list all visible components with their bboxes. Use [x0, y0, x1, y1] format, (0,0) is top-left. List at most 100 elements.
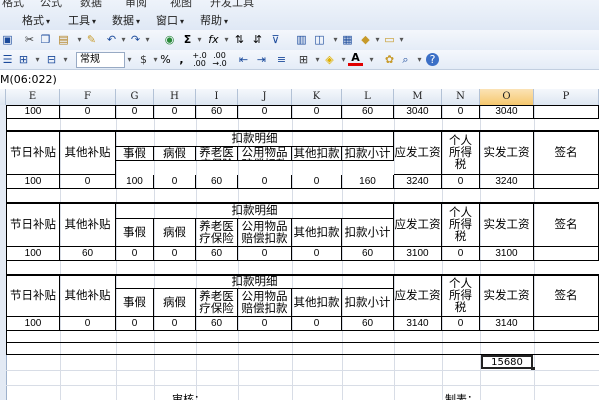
- header-signature[interactable]: 签名: [534, 275, 599, 317]
- chevron-down-icon[interactable]: ▾: [140, 32, 155, 47]
- header-actual-wage[interactable]: 实发工资: [480, 131, 534, 175]
- header-actual-wage[interactable]: 实发工资: [480, 275, 534, 317]
- cell-holiday-subsidy[interactable]: 100: [6, 247, 60, 261]
- cell-wage-payable[interactable]: 3240: [394, 175, 442, 189]
- column-header-M[interactable]: M: [394, 89, 442, 105]
- cell-public-goods[interactable]: 0: [238, 175, 292, 189]
- cell-other-deduction[interactable]: 0: [292, 175, 342, 189]
- header-personal-leave[interactable]: 事假: [116, 289, 154, 317]
- header-public-goods[interactable]: 公用物品赔偿扣款: [238, 147, 292, 161]
- column-header-O[interactable]: O: [480, 89, 534, 105]
- cell-other-subsidy[interactable]: 0: [60, 175, 116, 189]
- total-cell-selected[interactable]: 15680: [481, 355, 535, 371]
- decrease-decimal-button[interactable]: .00 →.0: [212, 52, 227, 68]
- cell-other-subsidy[interactable]: 0: [60, 317, 116, 331]
- header-deduction-subtotal[interactable]: 扣款小计: [342, 289, 394, 317]
- cell-pension-medical[interactable]: 60: [196, 175, 238, 189]
- ribbon-tab-review[interactable]: 审阅: [125, 0, 147, 10]
- merge-cells-icon[interactable]: ⊟: [44, 52, 59, 67]
- header-public-goods[interactable]: 公用物品赔偿扣款: [238, 219, 292, 247]
- increase-decimal-button[interactable]: +.0 .00: [192, 52, 207, 68]
- chevron-down-icon[interactable]: ▾: [364, 52, 379, 67]
- cell-pension-medical[interactable]: 60: [196, 105, 238, 119]
- cell-actual-wage[interactable]: 3040: [480, 105, 534, 119]
- zoom-icon[interactable]: ⌕: [398, 52, 413, 67]
- fill-color-icon[interactable]: ◈: [322, 52, 337, 67]
- cell-public-goods[interactable]: 0: [238, 105, 292, 119]
- ribbon-tab-data[interactable]: 数据: [80, 0, 102, 10]
- print-preview-icon[interactable]: ▣: [0, 32, 15, 47]
- column-header-J[interactable]: J: [238, 89, 292, 105]
- column-header-L[interactable]: L: [342, 89, 394, 105]
- cell-sick-leave[interactable]: 0: [154, 175, 196, 189]
- decrease-indent-icon[interactable]: ⇤: [236, 52, 251, 67]
- header-other-subsidy[interactable]: 其他补贴: [60, 203, 116, 247]
- hyperlink-icon[interactable]: ◉: [162, 32, 177, 47]
- align-right-icon[interactable]: ☰: [0, 52, 15, 67]
- empty-row[interactable]: [6, 343, 599, 355]
- cell-actual-wage[interactable]: 3140: [480, 317, 534, 331]
- header-deduction-detail[interactable]: 扣款明细: [116, 131, 394, 147]
- spacer-row[interactable]: [6, 119, 599, 131]
- cell-deduction-subtotal[interactable]: 160: [342, 175, 394, 189]
- percent-button[interactable]: %: [158, 52, 173, 67]
- header-pension-medical[interactable]: 养老医疗保险: [196, 147, 238, 161]
- menu-format[interactable]: 格式 ▾: [22, 12, 50, 28]
- cell-income-tax[interactable]: 0: [442, 317, 480, 331]
- header-sick-leave[interactable]: 病假: [154, 289, 196, 317]
- cell-wage-payable[interactable]: 3040: [394, 105, 442, 119]
- cell-sick-leave[interactable]: 0: [154, 105, 196, 119]
- ribbon-tab-developer[interactable]: 开发工具: [210, 0, 254, 10]
- cell-actual-wage[interactable]: 3100: [480, 247, 534, 261]
- cell-signature[interactable]: [534, 317, 599, 331]
- cell-other-subsidy[interactable]: 0: [60, 105, 116, 119]
- ribbon-tab-format[interactable]: 格式: [2, 0, 24, 10]
- cell-personal-leave[interactable]: 0: [116, 105, 154, 119]
- increase-indent-icon[interactable]: ⇥: [254, 52, 269, 67]
- header-holiday-subsidy[interactable]: 节日补贴: [6, 275, 60, 317]
- cell-holiday-subsidy[interactable]: 100: [6, 175, 60, 189]
- cell-personal-leave[interactable]: 100: [116, 175, 154, 189]
- header-sick-leave[interactable]: 病假: [154, 219, 196, 247]
- cell-other-subsidy[interactable]: 60: [60, 247, 116, 261]
- cell-pension-medical[interactable]: 60: [196, 317, 238, 331]
- ribbon-tab-view[interactable]: 视图: [170, 0, 192, 10]
- format-painter-icon[interactable]: ✎: [84, 32, 99, 47]
- header-wage-payable[interactable]: 应发工资: [394, 275, 442, 317]
- column-header-K[interactable]: K: [292, 89, 342, 105]
- menu-help[interactable]: 帮助 ▾: [200, 12, 228, 28]
- cell-income-tax[interactable]: 0: [442, 247, 480, 261]
- header-personal-leave[interactable]: 事假: [116, 219, 154, 247]
- help-icon[interactable]: ?: [426, 53, 439, 66]
- cell-signature[interactable]: [534, 175, 599, 189]
- cell-pension-medical[interactable]: 60: [196, 247, 238, 261]
- cell-public-goods[interactable]: 0: [238, 317, 292, 331]
- chevron-down-icon[interactable]: ▾: [30, 52, 45, 67]
- chevron-down-icon[interactable]: ▾: [412, 52, 427, 67]
- header-signature[interactable]: 签名: [534, 203, 599, 247]
- header-pension-medical[interactable]: 养老医疗保险: [196, 289, 238, 317]
- cut-icon[interactable]: ✂: [22, 32, 37, 47]
- header-deduction-subtotal[interactable]: 扣款小计: [342, 147, 394, 161]
- sort-ascending-icon[interactable]: ⇅: [232, 32, 247, 47]
- filter-icon[interactable]: ⊽: [268, 32, 283, 47]
- cell-signature[interactable]: [534, 247, 599, 261]
- header-actual-wage[interactable]: 实发工资: [480, 203, 534, 247]
- sort-descending-icon[interactable]: ⇵: [250, 32, 265, 47]
- header-holiday-subsidy[interactable]: 节日补贴: [6, 131, 60, 175]
- ribbon-tab-formula[interactable]: 公式: [40, 0, 62, 10]
- header-signature[interactable]: 签名: [534, 131, 599, 175]
- cell-other-deduction[interactable]: 0: [292, 247, 342, 261]
- header-deduction-detail[interactable]: 扣款明细: [116, 275, 394, 289]
- header-holiday-subsidy[interactable]: 节日补贴: [6, 203, 60, 247]
- header-personal-leave[interactable]: 事假: [116, 147, 154, 161]
- header-wage-payable[interactable]: 应发工资: [394, 131, 442, 175]
- header-other-deduction[interactable]: 其他扣款: [292, 219, 342, 247]
- cell-income-tax[interactable]: 0: [442, 105, 480, 119]
- chevron-down-icon[interactable]: ▾: [58, 52, 73, 67]
- spacer-row[interactable]: [6, 189, 599, 203]
- header-income-tax[interactable]: 个人所得税: [442, 131, 480, 175]
- cell-wage-payable[interactable]: 3140: [394, 317, 442, 331]
- wrap-icon[interactable]: ≡: [274, 52, 289, 67]
- header-wage-payable[interactable]: 应发工资: [394, 203, 442, 247]
